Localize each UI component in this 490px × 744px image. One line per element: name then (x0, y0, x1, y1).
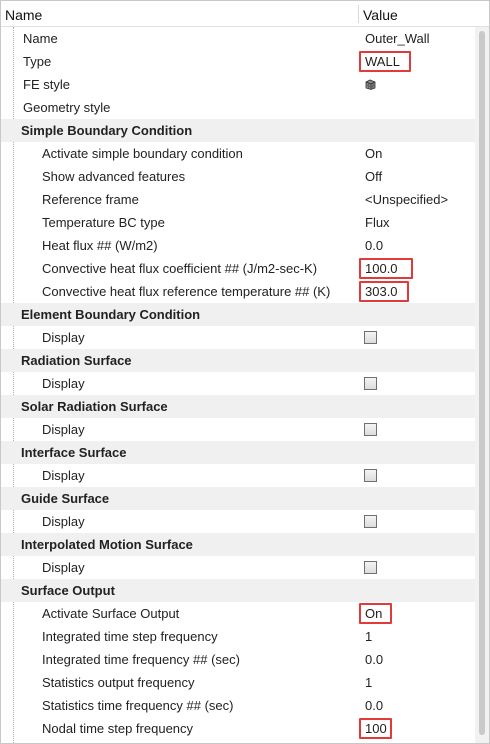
heat-flux-label: Heat flux ## (W/m2) (42, 238, 158, 253)
display-label: Display (42, 560, 85, 575)
name-column-header[interactable]: Name (5, 7, 42, 23)
section-title: Guide Surface (21, 491, 110, 506)
type-label: Type (23, 54, 52, 69)
property-row-element-bc-display[interactable]: Display (1, 326, 475, 349)
statistics-time-frequency-label: Statistics time frequency ## (sec) (42, 698, 234, 713)
display-label: Display (42, 376, 85, 391)
show-advanced-label: Show advanced features (42, 169, 186, 184)
activate-surface-output-value[interactable]: On (365, 606, 382, 621)
property-row-show-advanced[interactable]: Show advanced features Off (1, 165, 475, 188)
property-panel: Name Value Name Outer_Wall Type WALL FE … (0, 0, 490, 744)
column-divider[interactable] (358, 5, 359, 23)
nodal-step-frequency-value[interactable]: 100 (365, 721, 387, 736)
statistics-output-frequency-label: Statistics output frequency (42, 675, 195, 690)
property-row-activate-surface-output[interactable]: Activate Surface Output On (1, 602, 475, 625)
property-row-integrated-step-frequency[interactable]: Integrated time step frequency 1 (1, 625, 475, 648)
section-solar-radiation-surface[interactable]: Solar Radiation Surface (1, 395, 475, 418)
property-row-nodal-step-frequency[interactable]: Nodal time step frequency 100 (1, 717, 475, 740)
section-title: Solar Radiation Surface (21, 399, 168, 414)
convective-temperature-label: Convective heat flux reference temperatu… (42, 284, 331, 299)
section-guide-surface[interactable]: Guide Surface (1, 487, 475, 510)
activate-surface-output-label: Activate Surface Output (42, 606, 180, 621)
convective-temperature-value[interactable]: 303.0 (365, 284, 398, 299)
value-column-header[interactable]: Value (363, 7, 398, 23)
section-interface-surface[interactable]: Interface Surface (1, 441, 475, 464)
fe-style-label: FE style (23, 77, 70, 92)
section-interpolated-motion-surface[interactable]: Interpolated Motion Surface (1, 533, 475, 556)
display-label: Display (42, 514, 85, 529)
statistics-output-frequency-value[interactable]: 1 (365, 675, 372, 690)
section-title: Surface Output (21, 583, 115, 598)
scrollbar-thumb[interactable] (479, 31, 485, 735)
section-title: Interpolated Motion Surface (21, 537, 193, 552)
temperature-bc-type-value[interactable]: Flux (365, 215, 390, 230)
heat-flux-value[interactable]: 0.0 (365, 238, 383, 253)
property-row-integrated-time-frequency[interactable]: Integrated time frequency ## (sec) 0.0 (1, 648, 475, 671)
activate-simple-bc-label: Activate simple boundary condition (42, 146, 243, 161)
property-row-type[interactable]: Type WALL (1, 50, 475, 73)
property-row-temperature-bc-type[interactable]: Temperature BC type Flux (1, 211, 475, 234)
section-radiation-surface[interactable]: Radiation Surface (1, 349, 475, 372)
activate-simple-bc-value[interactable]: On (365, 146, 382, 161)
integrated-step-frequency-value[interactable]: 1 (365, 629, 372, 644)
convective-coefficient-label: Convective heat flux coefficient ## (J/m… (42, 261, 318, 276)
nodal-step-frequency-label: Nodal time step frequency (42, 721, 194, 736)
integrated-time-frequency-label: Integrated time frequency ## (sec) (42, 652, 240, 667)
display-checkbox[interactable] (364, 561, 377, 574)
section-title: Simple Boundary Condition (21, 123, 193, 138)
display-label: Display (42, 468, 85, 483)
property-row-interface-display[interactable]: Display (1, 464, 475, 487)
show-advanced-value[interactable]: Off (365, 169, 382, 184)
geometry-style-label: Geometry style (23, 100, 111, 115)
property-row-statistics-time-frequency[interactable]: Statistics time frequency ## (sec) 0.0 (1, 694, 475, 717)
section-title: Element Boundary Condition (21, 307, 201, 322)
integrated-time-frequency-value[interactable]: 0.0 (365, 652, 383, 667)
mesh-cube-icon[interactable] (365, 79, 376, 90)
reference-frame-value[interactable]: <Unspecified> (365, 192, 448, 207)
section-surface-output[interactable]: Surface Output (1, 579, 475, 602)
property-row-solar-display[interactable]: Display (1, 418, 475, 441)
name-value[interactable]: Outer_Wall (365, 31, 430, 46)
display-checkbox[interactable] (364, 469, 377, 482)
property-row-fe-style[interactable]: FE style (1, 73, 475, 96)
property-row-reference-frame[interactable]: Reference frame <Unspecified> (1, 188, 475, 211)
property-grid-header: Name Value (1, 1, 489, 27)
display-checkbox[interactable] (364, 423, 377, 436)
type-value[interactable]: WALL (365, 54, 400, 69)
property-row-radiation-display[interactable]: Display (1, 372, 475, 395)
integrated-step-frequency-label: Integrated time step frequency (42, 629, 218, 644)
statistics-time-frequency-value[interactable]: 0.0 (365, 698, 383, 713)
property-row-guide-display[interactable]: Display (1, 510, 475, 533)
property-row-heat-flux[interactable]: Heat flux ## (W/m2) 0.0 (1, 234, 475, 257)
section-element-boundary-condition[interactable]: Element Boundary Condition (1, 303, 475, 326)
property-row-geometry-style[interactable]: Geometry style (1, 96, 475, 119)
display-label: Display (42, 330, 85, 345)
vertical-scrollbar[interactable] (475, 27, 489, 743)
reference-frame-label: Reference frame (42, 192, 139, 207)
property-grid: Name Outer_Wall Type WALL FE style Geome… (1, 27, 475, 744)
property-row-convective-coefficient[interactable]: Convective heat flux coefficient ## (J/m… (1, 257, 475, 280)
property-row-name[interactable]: Name Outer_Wall (1, 27, 475, 50)
property-row-interpolated-motion-display[interactable]: Display (1, 556, 475, 579)
temperature-bc-type-label: Temperature BC type (42, 215, 165, 230)
section-simple-boundary-condition[interactable]: Simple Boundary Condition (1, 119, 475, 142)
display-label: Display (42, 422, 85, 437)
display-checkbox[interactable] (364, 331, 377, 344)
name-label: Name (23, 31, 58, 46)
property-row-statistics-output-frequency[interactable]: Statistics output frequency 1 (1, 671, 475, 694)
property-row-activate-simple-bc[interactable]: Activate simple boundary condition On (1, 142, 475, 165)
display-checkbox[interactable] (364, 515, 377, 528)
convective-coefficient-value[interactable]: 100.0 (365, 261, 398, 276)
section-title: Radiation Surface (21, 353, 132, 368)
section-title: Interface Surface (21, 445, 127, 460)
property-row-convective-temperature[interactable]: Convective heat flux reference temperatu… (1, 280, 475, 303)
display-checkbox[interactable] (364, 377, 377, 390)
